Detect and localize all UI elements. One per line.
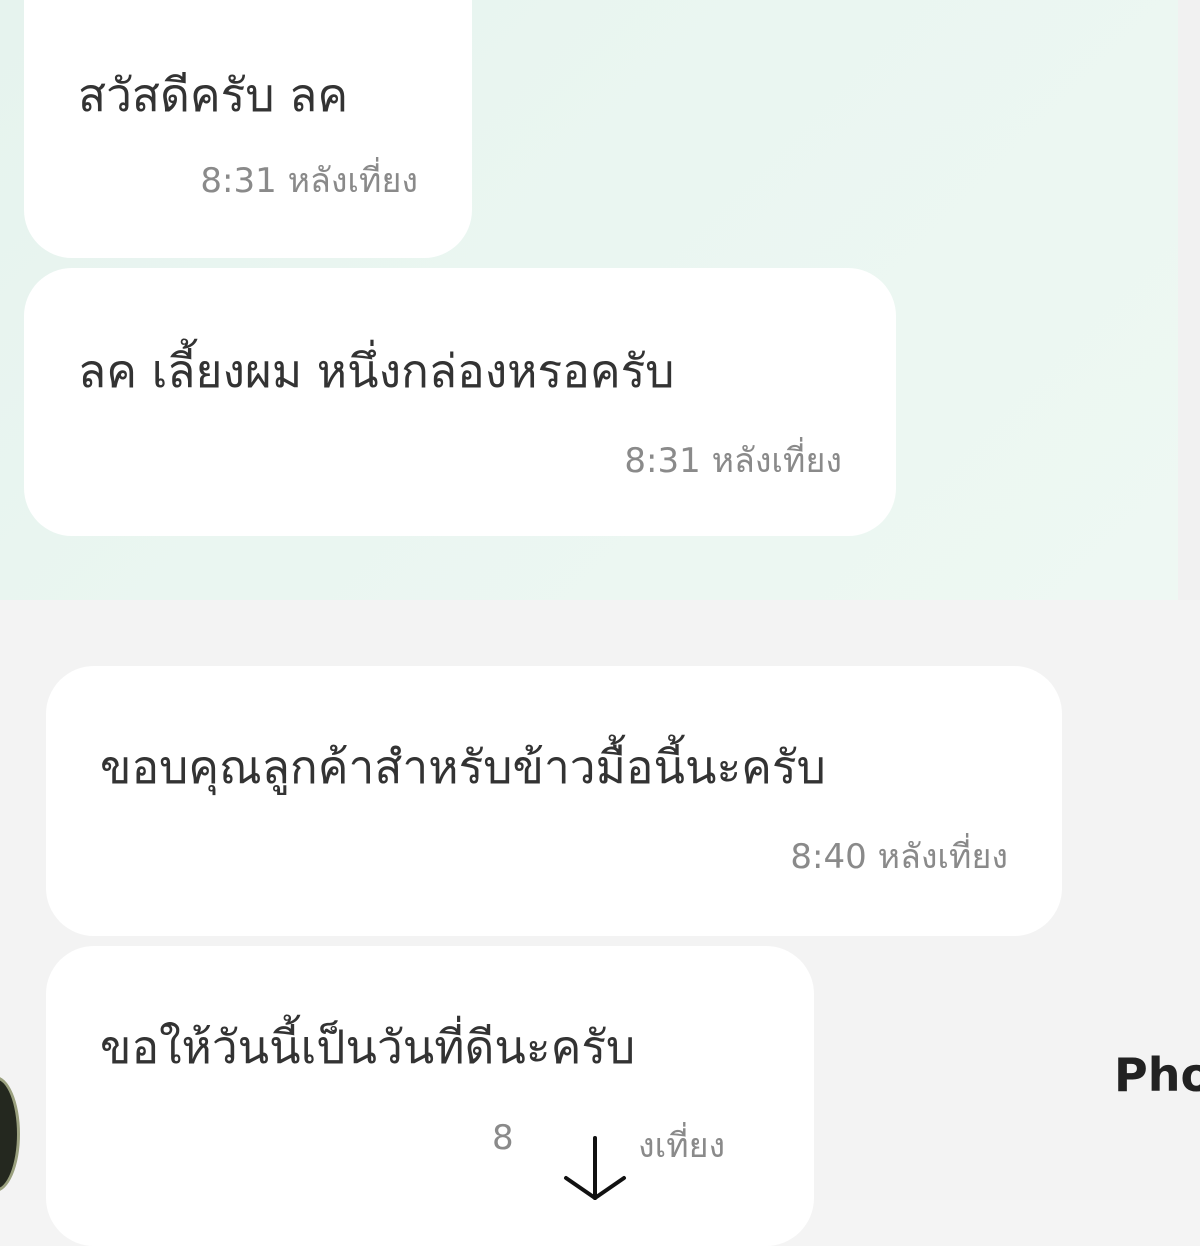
message-bubble[interactable]: ขอให้วันนี้เป็นวันที่ดีนะครับ 8 งเที่ยง (46, 946, 814, 1246)
message-timestamp-fragment: 8 (492, 1118, 514, 1158)
message-timestamp-fragment: งเที่ยง (638, 1126, 726, 1166)
message-text: สวัสดีครับ ลค (78, 68, 349, 122)
message-bubble[interactable]: ลค เลี้ยงผม หนึ่งกล่องหรอครับ 8:31 หลังเ… (24, 268, 896, 536)
message-timestamp: 8:40 หลังเที่ยง (790, 837, 1008, 877)
message-bubble[interactable]: สวัสดีครับ ลค 8:31 หลังเที่ยง (24, 0, 472, 258)
message-timestamp: 8:31 หลังเที่ยง (624, 441, 842, 481)
message-text: ลค เลี้ยงผม หนึ่งกล่องหรอครับ (78, 344, 675, 398)
chat-panel-top: สวัสดีครับ ลค 8:31 หลังเที่ยง ลค เลี้ยงผ… (0, 0, 1178, 600)
message-bubble[interactable]: ขอบคุณลูกค้าสำหรับข้าวมื้อนี้นะครับ 8:40… (46, 666, 1062, 936)
message-timestamp: 8:31 หลังเที่ยง (200, 161, 418, 201)
message-text: ขอให้วันนี้เป็นวันที่ดีนะครับ (100, 1020, 636, 1074)
side-label: Pho (1114, 1048, 1200, 1102)
message-text: ขอบคุณลูกค้าสำหรับข้าวมื้อนี้นะครับ (100, 740, 826, 794)
panel-edge-strip (1178, 0, 1200, 600)
arrow-down-icon[interactable] (558, 1136, 632, 1200)
